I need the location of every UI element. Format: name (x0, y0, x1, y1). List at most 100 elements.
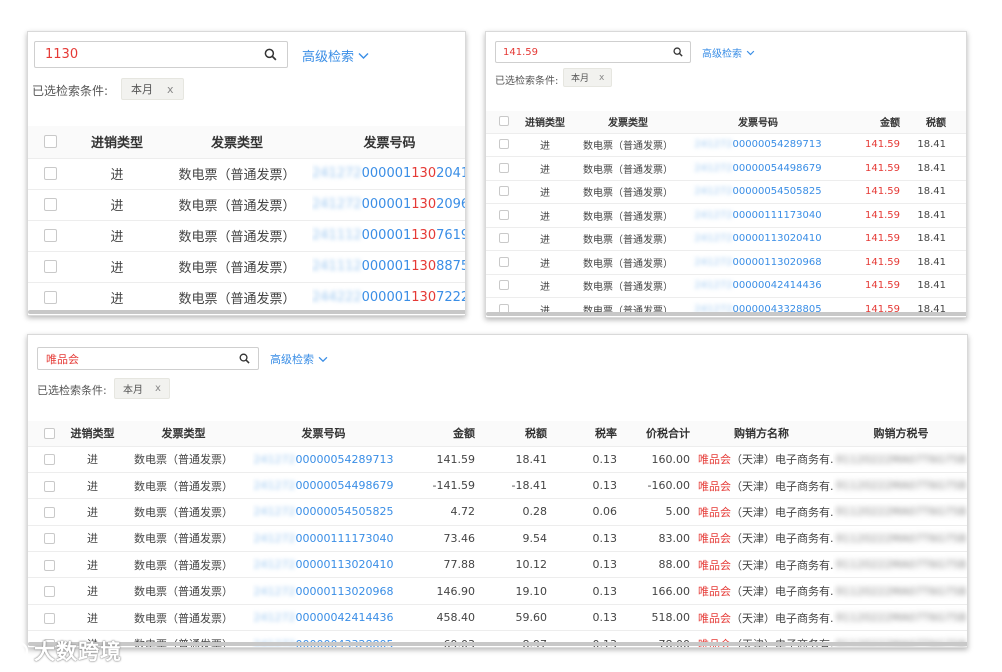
table-row[interactable]: 进 数电票（普通发票） 24422200000113072222 (28, 281, 465, 313)
invoice-no-cell[interactable]: 24127200000113020968 (688, 250, 828, 274)
table-row[interactable]: 进 数电票（普通发票） 24127200000054289713 141.59 … (486, 132, 966, 157)
close-icon[interactable]: x (599, 73, 604, 83)
row-checkbox[interactable] (28, 551, 70, 578)
masked-digits: 241272 (253, 452, 296, 466)
select-all-checkbox[interactable] (28, 421, 70, 446)
rate-cell: 0.13 (547, 471, 617, 499)
table-row[interactable]: 进 数电票（普通发票） 24127200000054289713 141.59 … (28, 445, 967, 473)
invoice-type-cell: 数电票（普通发票） (115, 603, 252, 631)
table-row[interactable]: 进 数电票（普通发票） 24127200000113020410 (28, 157, 465, 189)
invoice-no-cell[interactable]: 24127200000042414436 (252, 603, 395, 631)
invoice-no-cell[interactable]: 24127200000054505825 (688, 179, 828, 204)
horizontal-scrollbar[interactable] (28, 310, 465, 314)
rate-cell: 0.13 (547, 445, 617, 473)
row-checkbox[interactable] (28, 281, 72, 313)
row-checkbox[interactable] (486, 132, 522, 157)
advanced-search-button[interactable]: 高级检索 (270, 351, 328, 367)
table-row[interactable]: 进 数电票（普通发票） 24127200000111173040 141.59 … (486, 203, 966, 227)
row-checkbox[interactable] (28, 603, 70, 631)
row-checkbox[interactable] (486, 226, 522, 251)
horizontal-scrollbar[interactable] (486, 312, 966, 316)
table-row[interactable]: 进 数电票（普通发票） 24127200000042414436 458.40 … (28, 603, 967, 631)
table-row[interactable]: 进 数电票（普通发票） 24127200000054498679 141.59 … (486, 156, 966, 180)
col-header-invoice-no: 发票号码 (312, 126, 465, 158)
select-all-checkbox[interactable] (28, 126, 72, 158)
table-row[interactable]: 进 数电票（普通发票） 24127200000113020410 141.59 … (486, 226, 966, 251)
search-query[interactable]: 唯品会 (46, 351, 239, 367)
invoice-no-cell[interactable]: 24127200000113020968 (252, 577, 395, 605)
search-query[interactable]: 141.59 (503, 47, 673, 58)
table-row[interactable]: 进 数电票（普通发票） 24127200000054505825 141.59 … (486, 179, 966, 204)
match-highlight: 唯品会 (698, 479, 731, 493)
tax-cell: 18.41 (475, 445, 547, 473)
table-row[interactable]: 进 数电票（普通发票） 24127200000042414436 141.59 … (486, 273, 966, 298)
masked-digits: 241272 (694, 186, 733, 198)
invoice-no-cell[interactable]: 24127200000111173040 (252, 524, 395, 552)
invoice-no-cell[interactable]: 24127200000054505825 (252, 498, 395, 526)
chevron-down-icon (746, 50, 755, 56)
match-highlight: 130 (411, 290, 437, 306)
invoice-no-cell[interactable]: 24127200000113020410 (252, 551, 395, 578)
table-row[interactable]: 进 数电票（普通发票） 24127200000054505825 4.72 0.… (28, 498, 967, 526)
amount-cell: 458.40 (395, 603, 475, 631)
search-icon[interactable] (673, 47, 683, 57)
advanced-search-button[interactable]: 高级检索 (302, 46, 369, 65)
invoice-no-cell[interactable]: 24111200000113088750 (312, 250, 465, 282)
horizontal-scrollbar[interactable] (28, 642, 967, 646)
close-icon[interactable]: x (155, 383, 161, 394)
invoice-no-cell[interactable]: 24127200000054289713 (688, 132, 828, 157)
table-row[interactable]: 进 数电票（普通发票） 24127200000113020968 141.59 … (486, 250, 966, 274)
type-cell: 进 (70, 524, 115, 552)
invoice-no-cell[interactable]: 24127200000042414436 (688, 273, 828, 298)
invoice-no-cell[interactable]: 24127200000054289713 (252, 445, 395, 473)
masked-digits: 241272 (694, 209, 733, 221)
search-input[interactable]: 1130 (34, 41, 288, 68)
row-checkbox[interactable] (28, 445, 70, 473)
masked-digits: 241272 (694, 233, 733, 245)
row-checkbox[interactable] (28, 498, 70, 526)
row-checkbox[interactable] (28, 219, 72, 251)
invoice-no-cell[interactable]: 24127200000113020410 (688, 226, 828, 251)
search-input[interactable]: 141.59 (495, 41, 691, 63)
match-highlight: 唯品会 (698, 505, 731, 519)
row-checkbox[interactable] (28, 524, 70, 552)
search-icon[interactable] (239, 353, 250, 364)
invoice-type-cell: 数电票（普通发票） (162, 157, 312, 189)
type-cell: 进 (522, 226, 568, 251)
invoice-table: 进销类型 发票类型 发票号码 金额 税额 进 数电票（普通发票） 2412720… (486, 111, 966, 317)
row-checkbox[interactable] (486, 273, 522, 298)
invoice-no-cell[interactable]: 24127200000054498679 (252, 471, 395, 499)
amount-cell: 141.59 (395, 445, 475, 473)
row-checkbox[interactable] (28, 188, 72, 220)
table-row[interactable]: 进 数电票（普通发票） 24111200000113076190 (28, 219, 465, 251)
invoice-no-cell[interactable]: 24127200000054498679 (688, 156, 828, 180)
row-checkbox[interactable] (486, 203, 522, 227)
invoice-no-cell[interactable]: 24127200000113020968 (312, 188, 465, 220)
table-row[interactable]: 进 数电票（普通发票） 24127200000113020968 (28, 188, 465, 220)
invoice-type-cell: 数电票（普通发票） (568, 226, 688, 251)
advanced-search-button[interactable]: 高级检索 (702, 45, 755, 60)
invoice-no-cell[interactable]: 24127200000111173040 (688, 203, 828, 227)
table-row[interactable]: 进 数电票（普通发票） 24127200000054498679 -141.59… (28, 471, 967, 499)
search-input[interactable]: 唯品会 (37, 347, 259, 370)
invoice-no-cell[interactable]: 24127200000113020410 (312, 157, 465, 189)
row-checkbox[interactable] (28, 577, 70, 605)
masked-digits: 241112 (312, 259, 362, 274)
invoice-no-cell[interactable]: 24422200000113072222 (312, 281, 465, 313)
row-checkbox[interactable] (486, 250, 522, 274)
table-row[interactable]: 进 数电票（普通发票） 24127200000113020410 77.88 1… (28, 551, 967, 578)
invoice-no-cell[interactable]: 24111200000113076190 (312, 219, 465, 251)
search-query[interactable]: 1130 (45, 47, 264, 62)
type-cell: 进 (70, 603, 115, 631)
row-checkbox[interactable] (486, 179, 522, 204)
row-checkbox[interactable] (28, 157, 72, 189)
table-row[interactable]: 进 数电票（普通发票） 24127200000113020968 146.90 … (28, 577, 967, 605)
row-checkbox[interactable] (28, 250, 72, 282)
search-icon[interactable] (264, 48, 277, 61)
close-icon[interactable]: x (167, 83, 174, 96)
table-row[interactable]: 进 数电票（普通发票） 24111200000113088750 (28, 250, 465, 282)
row-checkbox[interactable] (486, 156, 522, 180)
select-all-checkbox[interactable] (486, 111, 522, 133)
table-row[interactable]: 进 数电票（普通发票） 24127200000111173040 73.46 9… (28, 524, 967, 552)
row-checkbox[interactable] (28, 471, 70, 499)
